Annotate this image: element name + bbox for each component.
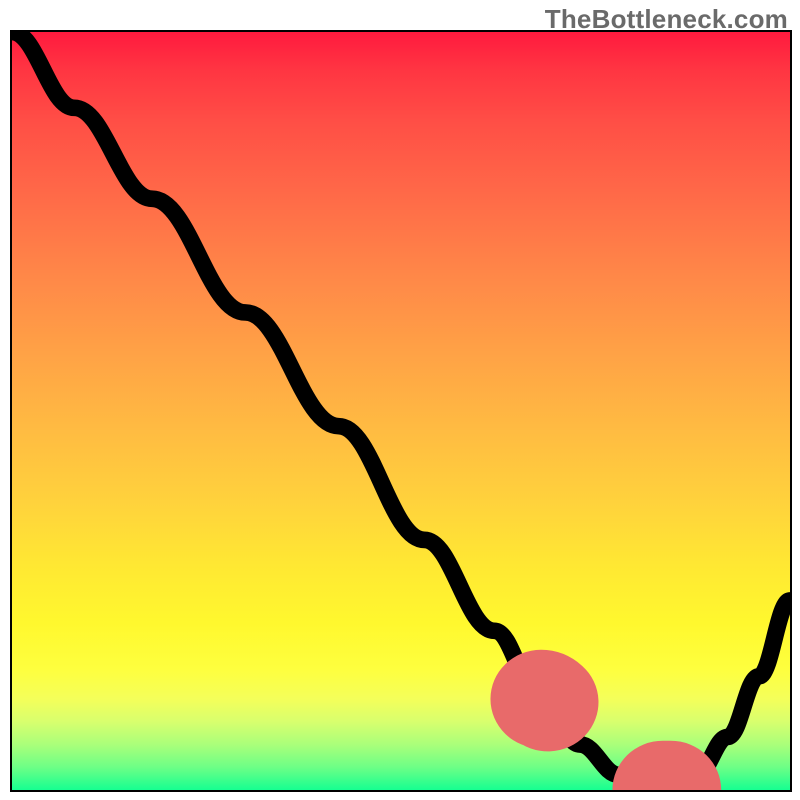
curve-svg [12, 32, 790, 790]
bottleneck-curve [12, 32, 790, 790]
plot-area [10, 30, 792, 792]
chart-container: TheBottleneck.com [0, 0, 800, 800]
watermark-text: TheBottleneck.com [545, 4, 788, 35]
highlight-segment [541, 699, 697, 790]
